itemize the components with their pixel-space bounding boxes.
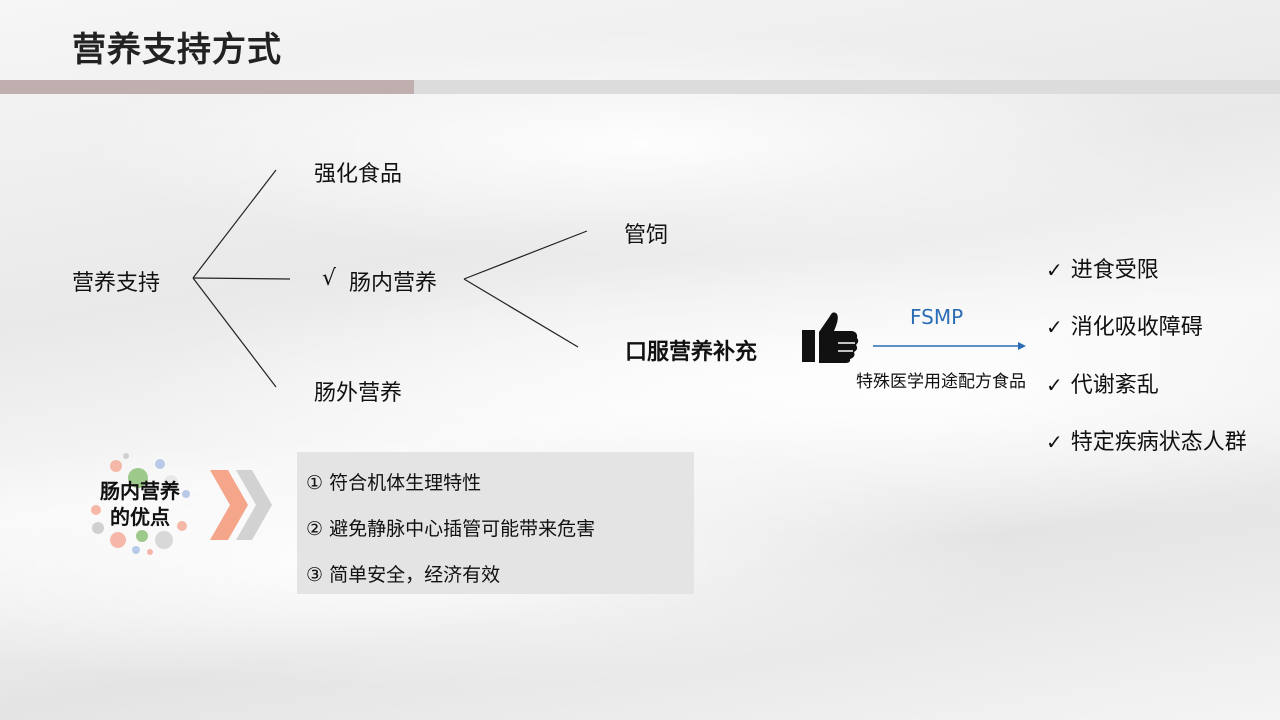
advantage-item: ② 避免静脉中心插管可能带来危害 <box>306 518 596 540</box>
connector-root-parenteral <box>192 277 277 388</box>
node-enteral-nutrition: 肠内营养 <box>349 271 438 296</box>
connector-enteral-oral <box>463 278 579 348</box>
indication-item: ✓ 代谢紊乱 <box>1046 373 1159 398</box>
thumbs-up-icon <box>802 312 859 363</box>
node-tube-feeding: 管饲 <box>624 223 669 248</box>
advantage-item: ① 符合机体生理特性 <box>306 472 482 494</box>
connector-root-fortified <box>192 169 277 279</box>
fsmp-abbreviation: FSMP <box>910 305 964 329</box>
enteral-check-mark: √ <box>322 266 337 291</box>
connector-enteral-tube <box>463 230 588 280</box>
node-fortified-food: 强化食品 <box>314 162 403 187</box>
fsmp-arrow-head <box>1018 342 1026 350</box>
node-parenteral-nutrition: 肠外营养 <box>314 381 403 406</box>
check-icon: ✓ <box>1046 373 1063 397</box>
fsmp-full-name: 特殊医学用途配方食品 <box>856 372 1026 392</box>
node-oral-supplement: 口服营养补充 <box>625 340 758 365</box>
indication-item: ✓ 进食受限 <box>1046 258 1159 283</box>
indication-item: ✓ 特定疾病状态人群 <box>1046 430 1247 455</box>
indication-item: ✓ 消化吸收障碍 <box>1046 315 1203 340</box>
check-icon: ✓ <box>1046 258 1063 282</box>
connector-root-enteral <box>192 277 291 280</box>
check-icon: ✓ <box>1046 315 1063 339</box>
advantage-item: ③ 简单安全，经济有效 <box>306 564 501 586</box>
advantages-title: 肠内营养 的优点 <box>100 479 180 529</box>
node-root: 营养支持 <box>72 271 161 296</box>
check-icon: ✓ <box>1046 430 1063 454</box>
